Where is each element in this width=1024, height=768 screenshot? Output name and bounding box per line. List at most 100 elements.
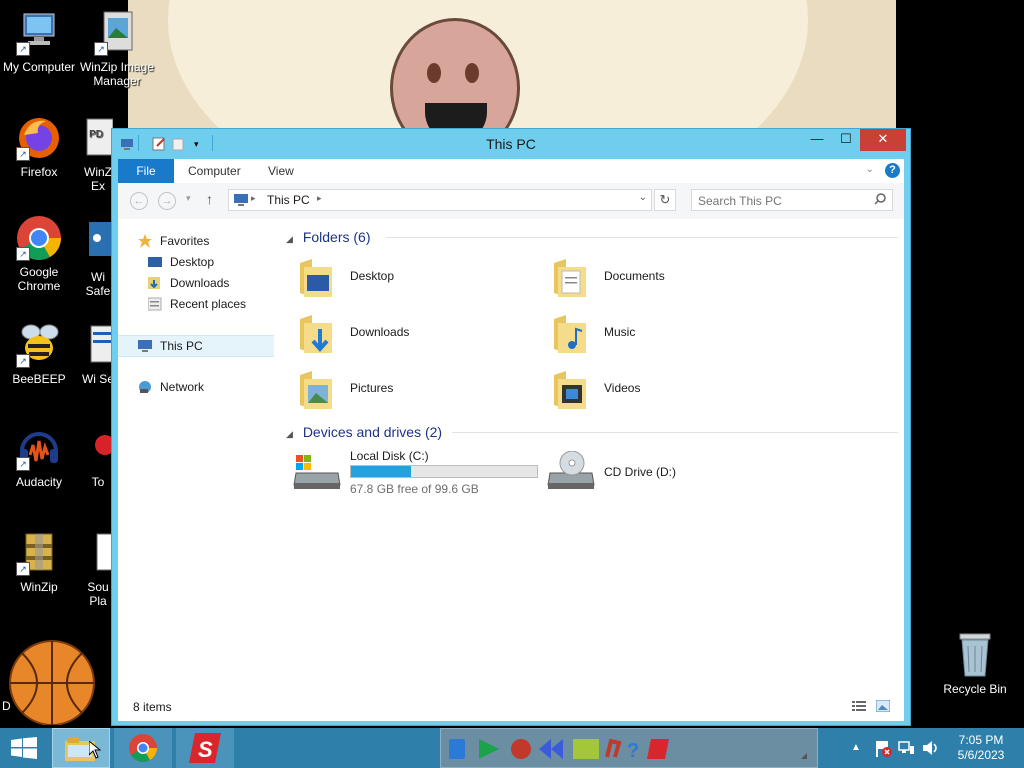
nav-item-downloads[interactable]: Downloads: [118, 273, 274, 293]
desktop-icon-google-chrome[interactable]: ↗ Google Chrome: [0, 215, 78, 293]
desktop-icon-recycle-bin[interactable]: Recycle Bin: [938, 632, 1012, 696]
desktop-icon-label: WinZip: [20, 580, 58, 594]
folder-label: Pictures: [350, 381, 394, 395]
file-icon: [83, 530, 114, 576]
clock-time: 7:05 PM: [958, 733, 1004, 747]
address-dropdown-icon[interactable]: ⌄: [639, 192, 647, 203]
drive-cd-d[interactable]: CD Drive (D:): [546, 447, 786, 497]
collapse-icon[interactable]: ◢: [286, 234, 293, 244]
nav-label: Downloads: [170, 276, 230, 290]
search-icon[interactable]: [874, 193, 886, 208]
title-bar[interactable]: ▾ This PC — ☐ ✕: [112, 129, 910, 159]
expand-ribbon-icon[interactable]: ⌄: [866, 164, 874, 175]
refresh-button[interactable]: ↻: [654, 189, 676, 211]
mouse-cursor-icon: [89, 741, 101, 759]
drive-label: CD Drive (D:): [604, 465, 676, 479]
music-folder-icon: [554, 315, 586, 353]
up-button[interactable]: ↑: [206, 191, 213, 207]
taskbar: S ? ▲ 7:05 PM 5/6/2023: [0, 728, 1024, 768]
maximize-button[interactable]: ☐: [832, 129, 860, 151]
help-icon[interactable]: ?: [885, 163, 900, 178]
explorer-window: ▾ This PC — ☐ ✕ File Computer View ⌄ ? ←…: [111, 128, 911, 726]
desktop-icon-beebeep[interactable]: ↗ BeeBEEP: [0, 322, 78, 386]
drive-usage-fill: [351, 466, 411, 477]
item-count: 8 items: [133, 700, 172, 714]
navigation-pane: Favorites Desktop Downloads Recent place…: [118, 219, 280, 689]
nav-item-recent-places[interactable]: Recent places: [118, 294, 274, 314]
desktop-icon-label: BeeBEEP: [12, 372, 66, 386]
back-button[interactable]: ←: [130, 192, 148, 210]
tab-file[interactable]: File: [118, 159, 174, 183]
folder-downloads[interactable]: Downloads: [292, 309, 532, 359]
large-icons-view-icon[interactable]: [875, 699, 891, 715]
folder-videos[interactable]: Videos: [546, 365, 786, 415]
search-box[interactable]: [691, 189, 893, 211]
pictures-folder-icon: [300, 371, 332, 409]
videos-folder-icon: [554, 371, 586, 409]
volume-icon[interactable]: [922, 740, 940, 759]
desktop-icon-label: My Computer: [2, 60, 76, 74]
desktop-icon-label: Firefox: [20, 165, 58, 179]
taskbar-file-explorer[interactable]: [52, 728, 110, 768]
details-view-icon[interactable]: [852, 700, 866, 715]
downloads-folder-icon: [148, 276, 162, 290]
desktop-icon-firefox[interactable]: ↗ Firefox: [0, 115, 78, 179]
status-bar: 8 items: [118, 695, 904, 719]
nav-item-network[interactable]: Network: [118, 377, 274, 397]
start-button[interactable]: [0, 728, 48, 768]
desktop-icon-my-computer[interactable]: ↗ My Computer: [0, 10, 78, 74]
clock[interactable]: 7:05 PM 5/6/2023: [948, 733, 1014, 763]
breadcrumb-chevron-icon[interactable]: ▸: [317, 193, 322, 204]
folder-label: Videos: [604, 381, 641, 395]
address-bar[interactable]: ▸ This PC ▸ ⌄: [228, 189, 652, 211]
nav-item-this-pc[interactable]: This PC: [118, 335, 274, 357]
recent-places-icon: [147, 297, 162, 311]
folder-music[interactable]: Music: [546, 309, 786, 359]
network-icon: [138, 380, 152, 394]
nav-item-favorites[interactable]: Favorites: [118, 231, 274, 251]
breadcrumb-chevron-icon: ▸: [251, 193, 256, 203]
desktop-icon-label: WinZip Image Manager: [79, 60, 155, 88]
collapse-icon[interactable]: ◢: [286, 429, 293, 439]
network-tray-icon[interactable]: [898, 740, 916, 759]
drive-label: Local Disk (C:): [350, 449, 429, 463]
group-header-folders[interactable]: ◢ Folders (6): [286, 226, 898, 248]
close-button[interactable]: ✕: [860, 129, 906, 151]
nav-label: Network: [160, 380, 205, 394]
group-title: Folders (6): [302, 229, 371, 245]
folder-pictures[interactable]: Pictures: [292, 365, 532, 415]
tab-view[interactable]: View: [268, 159, 294, 183]
forward-button[interactable]: →: [158, 192, 176, 210]
desktop-folder-icon: [300, 259, 332, 297]
taskbar-app-s[interactable]: S: [176, 728, 234, 768]
folder-desktop[interactable]: Desktop: [292, 253, 532, 303]
audacity-icon: ↗: [16, 425, 62, 471]
action-center-icon[interactable]: [874, 739, 892, 760]
desktop-icon-winzip[interactable]: ↗ WinZip: [0, 530, 78, 594]
taskbar-chrome[interactable]: [114, 728, 172, 768]
svg-text:?: ?: [627, 740, 639, 762]
desktop-icon-basketball[interactable]: D: [0, 635, 110, 726]
recent-locations-icon[interactable]: ▾: [186, 193, 191, 204]
computer-icon: ↗: [16, 10, 62, 56]
tab-computer[interactable]: Computer: [188, 159, 241, 183]
breadcrumb-this-pc[interactable]: This PC: [267, 193, 310, 207]
recycle-bin-icon: [952, 632, 998, 678]
group-header-devices[interactable]: ◢ Devices and drives (2): [286, 421, 898, 443]
windows-logo-icon: [11, 737, 37, 759]
desktop-icon-audacity[interactable]: ↗ Audacity: [0, 425, 78, 489]
show-hidden-icons-button[interactable]: ▲: [851, 742, 861, 753]
nav-label: Desktop: [170, 255, 215, 269]
explorer-body: File Computer View ⌄ ? ← → ▾ ↑ ▸ This PC…: [118, 159, 904, 721]
bee-icon: ↗: [16, 322, 62, 368]
cd-drive-icon: [547, 451, 595, 489]
drive-local-disk-c[interactable]: Local Disk (C:) 67.8 GB free of 99.6 GB: [292, 447, 542, 497]
desktop-folder-icon: [148, 255, 162, 269]
folder-documents[interactable]: Documents: [546, 253, 786, 303]
search-input[interactable]: [696, 191, 866, 211]
chrome-icon: [129, 734, 157, 762]
nav-label: This PC: [160, 339, 203, 353]
minimize-button[interactable]: —: [802, 129, 832, 151]
desktop-icon-winzip-image-manager[interactable]: ↗ WinZip Image Manager: [78, 10, 156, 88]
nav-item-desktop[interactable]: Desktop: [118, 252, 274, 272]
